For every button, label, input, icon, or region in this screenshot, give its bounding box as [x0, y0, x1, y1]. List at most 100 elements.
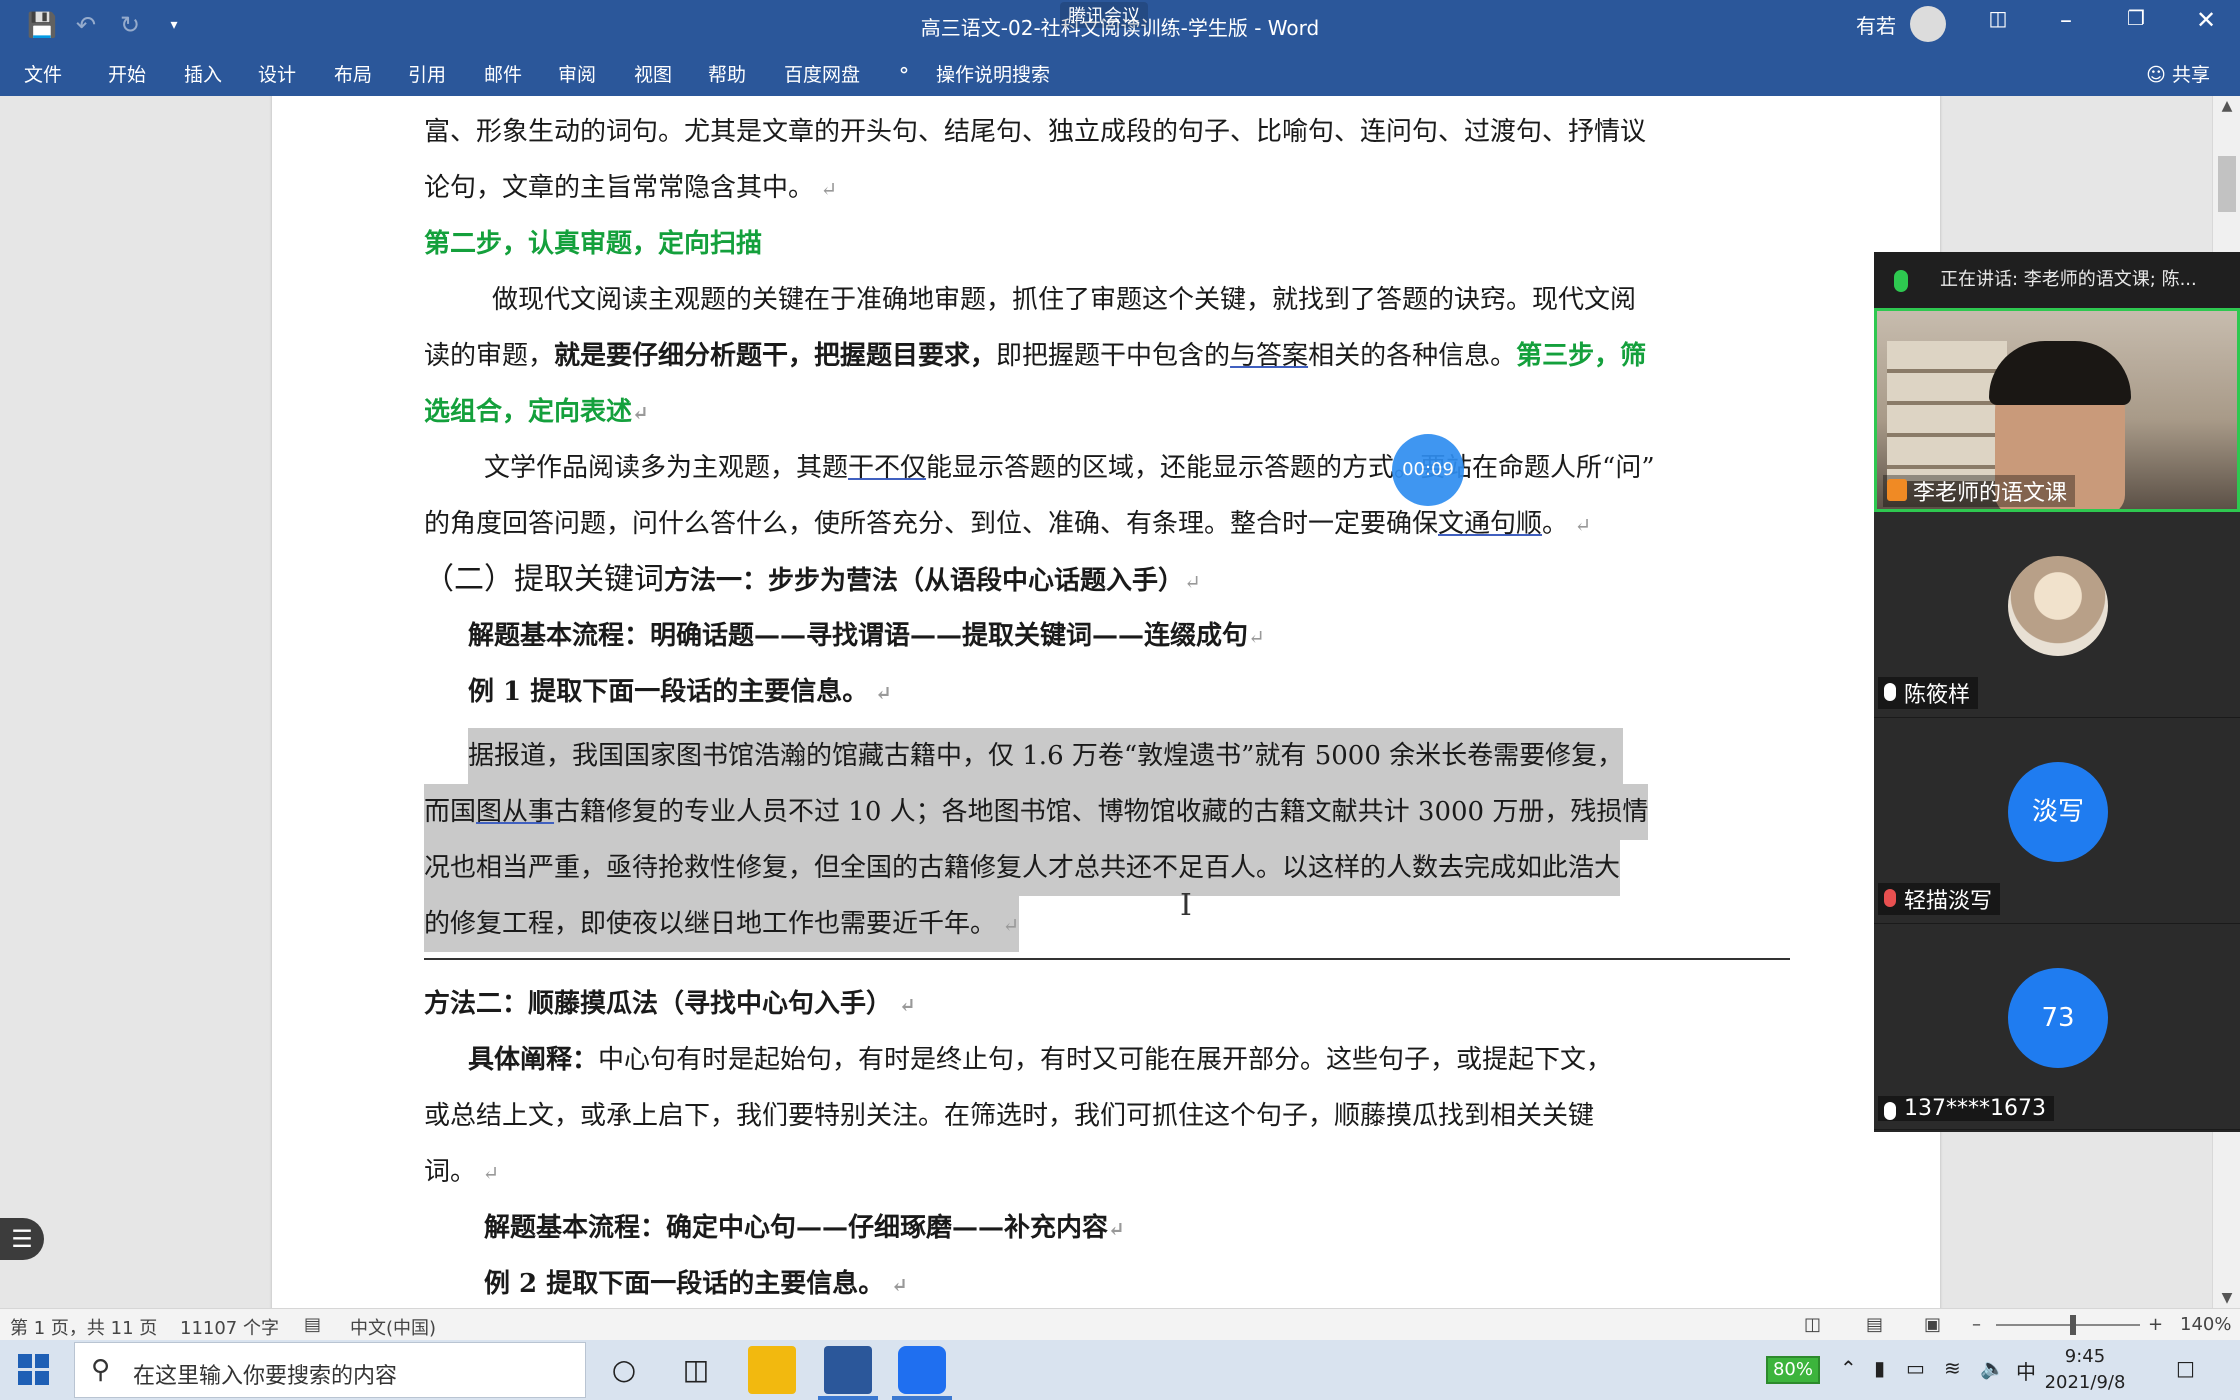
participant-tile[interactable]: 陈筱样 — [1874, 512, 2240, 718]
zoom-slider[interactable] — [1996, 1324, 2140, 1326]
tab-view[interactable]: 视图 — [634, 60, 672, 87]
paragraph-line: 的角度回答问题，问什么答什么，使所答充分、到位、准确、有条理。整合时一定要确保文… — [424, 509, 1592, 539]
scrollbar-thumb[interactable] — [2218, 156, 2236, 212]
battery-icon[interactable]: ▭ — [1906, 1356, 1925, 1380]
navigation-pane-icon[interactable]: ☰ — [0, 1218, 44, 1260]
selected-text-line[interactable]: 据报道，我国国家图书馆浩瀚的馆藏古籍中，仅 1.6 万卷“敦煌遗书”就有 500… — [468, 728, 1624, 784]
tell-me-search[interactable]: 操作说明搜索 — [936, 60, 1050, 87]
tab-baidu-netdisk[interactable]: 百度网盘 — [784, 60, 860, 87]
share-label: 共享 — [2171, 64, 2210, 86]
windows-start-icon[interactable] — [18, 1354, 50, 1386]
close-icon[interactable]: ✕ — [2186, 6, 2226, 34]
battery-indicator[interactable]: 80% — [1766, 1356, 1820, 1384]
tab-design[interactable]: 设计 — [258, 60, 296, 87]
step-three-heading: 选组合，定向表述↵ — [424, 397, 649, 427]
person-icon: ☺ — [2146, 64, 2172, 86]
horizontal-rule — [424, 958, 1790, 960]
participant-avatar — [2008, 556, 2108, 656]
zoom-in-icon[interactable]: + — [2148, 1314, 2163, 1335]
paragraph-line: 词。 ↵ — [424, 1157, 500, 1187]
participant-avatar: 淡写 — [2008, 762, 2108, 862]
paragraph-line: 读的审题，就是要仔细分析题干，把握题目要求，即把握题干中包含的与答案相关的各种信… — [424, 341, 1647, 371]
scroll-down-icon[interactable]: ▼ — [2213, 1290, 2240, 1306]
web-layout-icon[interactable]: ▣ — [1924, 1314, 1941, 1335]
print-layout-icon[interactable]: ▤ — [1866, 1314, 1883, 1335]
meeting-indicator[interactable]: 腾讯会议 — [1060, 2, 1148, 28]
read-mode-icon[interactable]: ◫ — [1804, 1314, 1821, 1335]
system-clock[interactable]: 9:45 2021/9/8 — [2040, 1344, 2130, 1396]
tab-layout[interactable]: 布局 — [334, 60, 372, 87]
file-explorer-icon[interactable] — [748, 1346, 796, 1394]
page-count[interactable]: 第 1 页，共 11 页 — [10, 1314, 157, 1340]
tab-review[interactable]: 审阅 — [558, 60, 596, 87]
zoom-out-icon[interactable]: – — [1972, 1314, 1981, 1335]
participant-name: 137****1673 — [1878, 1096, 2054, 1121]
tab-file[interactable]: 文件 — [24, 60, 62, 87]
zoom-slider-handle[interactable] — [2070, 1315, 2076, 1335]
language[interactable]: 中文(中国) — [350, 1314, 436, 1340]
paragraph-line: 文学作品阅读多为主观题，其题干不仅能显示答题的区域，还能显示答题的方式。要站在命… — [484, 453, 1655, 483]
host-name-tag: 李老师的语文课 — [1883, 475, 2076, 507]
step-two-heading: 第二步，认真审题，定向扫描 — [424, 229, 763, 259]
section-heading: （二）提取关键词方法一：步步为营法（从语段中心话题入手）↵ — [424, 562, 1201, 597]
tab-mailings[interactable]: 邮件 — [484, 60, 522, 87]
restore-icon[interactable]: ❐ — [2116, 6, 2156, 30]
tencent-meeting-icon[interactable] — [898, 1346, 946, 1394]
minimize-icon[interactable]: – — [2046, 6, 2086, 34]
selected-text-line[interactable]: 况也相当严重，亟待抢救性修复，但全国的古籍修复人才总共还不足百人。以这样的人数去… — [424, 840, 1621, 896]
paragraph-line: 具体阐释：中心句有时是起始句，有时是终止句，有时又可能在展开部分。这些句子，或提… — [468, 1045, 1613, 1075]
user-avatar[interactable] — [1910, 6, 1946, 42]
taskbar: ⚲ 在这里输入你要搜索的内容 ○ ◫ 80% ⌃ ▮ ▭ ≋ 🔈 中 9:45 … — [0, 1340, 2240, 1400]
participant-tile[interactable]: 73 137****1673 — [1874, 924, 2240, 1130]
word-app-icon[interactable] — [824, 1346, 872, 1394]
ribbon-tabs: 文件 开始 插入 设计 布局 引用 邮件 审阅 视图 帮助 百度网盘 ⚬ 操作说… — [0, 50, 2240, 96]
lightbulb-icon: ⚬ — [896, 60, 912, 82]
tab-insert[interactable]: 插入 — [184, 60, 222, 87]
ribbon-display-icon[interactable]: ◫ — [1978, 6, 2018, 30]
cortana-icon[interactable]: ○ — [604, 1350, 644, 1390]
selected-text-line[interactable]: 而国图从事古籍修复的专业人员不过 10 人；各地图书馆、博物馆收藏的古籍文献共计… — [424, 784, 1649, 840]
text-cursor-icon: I — [1180, 888, 1192, 923]
mic-icon[interactable]: ▮ — [1874, 1356, 1885, 1380]
share-button[interactable]: ☺ 共享 — [2146, 60, 2210, 87]
wifi-icon[interactable]: ≋ — [1944, 1356, 1961, 1380]
chevron-up-icon[interactable]: ⌃ — [1840, 1356, 1857, 1380]
task-view-icon[interactable]: ◫ — [676, 1350, 716, 1390]
volume-icon[interactable]: 🔈 — [1980, 1356, 2005, 1380]
paragraph-line: 做现代文阅读主观题的关键在于准确地审题，抓住了审题这个关键，就找到了答题的诀窍。… — [492, 285, 1637, 315]
clock-date: 2021/9/8 — [2044, 1372, 2126, 1393]
host-hair — [1989, 341, 2131, 405]
active-app-indicator — [818, 1396, 878, 1400]
notification-icon[interactable]: □ — [2176, 1356, 2195, 1380]
speaking-label: 正在讲话: 李老师的语文课; 陈... — [1940, 269, 2197, 290]
mic-icon — [1884, 683, 1896, 701]
participant-avatar: 73 — [2008, 968, 2108, 1068]
proofing-icon[interactable]: ▤ — [304, 1314, 321, 1335]
tab-home[interactable]: 开始 — [108, 60, 146, 87]
example-two-title: 例 2 提取下面一段话的主要信息。 ↵ — [484, 1269, 908, 1299]
tab-help[interactable]: 帮助 — [708, 60, 746, 87]
host-video[interactable]: 李老师的语文课 — [1874, 308, 2240, 512]
example-one-title: 例 1 提取下面一段话的主要信息。 ↵ — [468, 677, 892, 707]
taskbar-search[interactable]: ⚲ 在这里输入你要搜索的内容 — [74, 1342, 586, 1398]
recording-timer[interactable]: 00:09 — [1392, 434, 1464, 506]
user-name[interactable]: 有若 — [1856, 10, 1896, 39]
selected-text-line[interactable]: 的修复工程，即使夜以继日地工作也需要近千年。 ↵ — [424, 896, 1020, 952]
ime-indicator[interactable]: 中 — [2016, 1356, 2036, 1385]
scroll-up-icon[interactable]: ▲ — [2213, 98, 2240, 114]
search-icon: ⚲ — [91, 1355, 111, 1385]
meeting-panel: 正在讲话: 李老师的语文课; 陈... 李老师的语文课 陈筱样 淡写 轻描淡写 … — [1874, 252, 2240, 1132]
active-app-indicator — [892, 1396, 952, 1400]
method-two-heading: 方法二：顺藤摸瓜法（寻找中心句入手） ↵ — [424, 989, 916, 1019]
mic-icon — [1894, 270, 1908, 292]
zoom-level[interactable]: 140% — [2180, 1314, 2231, 1335]
mic-muted-icon — [1884, 889, 1896, 907]
paragraph-line: 论句，文章的主旨常常隐含其中。 ↵ — [424, 173, 838, 203]
tab-references[interactable]: 引用 — [408, 60, 446, 87]
participant-tile[interactable]: 淡写 轻描淡写 — [1874, 718, 2240, 924]
paragraph-line: 解题基本流程：确定中心句——仔细琢磨——补充内容↵ — [484, 1213, 1125, 1243]
host-icon — [1887, 479, 1907, 501]
word-count[interactable]: 11107 个字 — [180, 1314, 279, 1340]
participant-name: 轻描淡写 — [1878, 883, 2001, 915]
clock-time: 9:45 — [2064, 1346, 2106, 1367]
